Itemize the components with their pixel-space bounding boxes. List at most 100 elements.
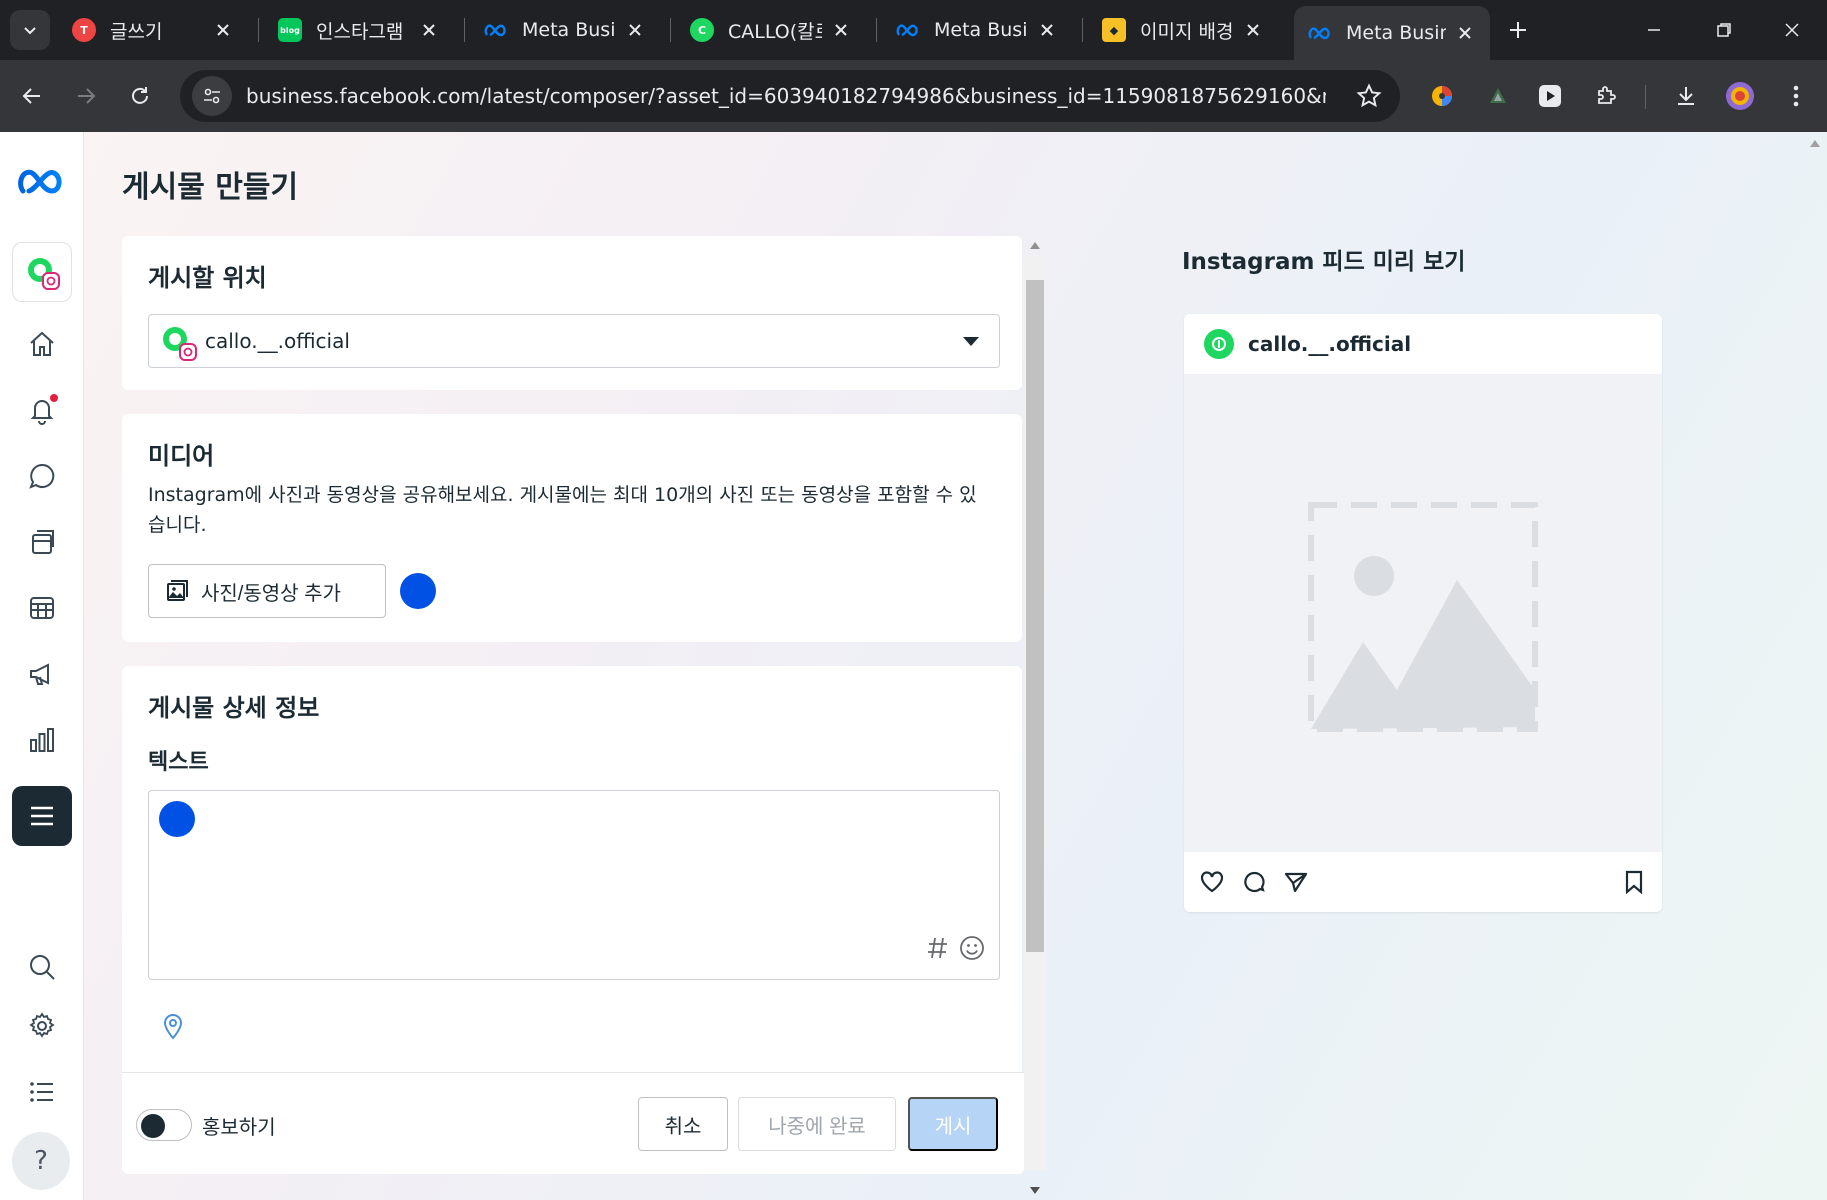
toggle-knob	[141, 1114, 165, 1138]
tutorial-hotspot[interactable]	[159, 801, 195, 837]
megaphone-icon	[30, 663, 49, 685]
account-select[interactable]: callo.__.official	[148, 314, 1000, 368]
close-tab-icon[interactable]	[1036, 19, 1058, 41]
cancel-button[interactable]: 취소	[638, 1097, 728, 1151]
callo-account-avatar	[26, 256, 60, 290]
nav-ads[interactable]	[12, 646, 72, 702]
extension-triangle-icon[interactable]	[1480, 78, 1516, 114]
preview-header: callo.__.official	[1184, 314, 1662, 374]
tutorial-hotspot[interactable]	[400, 573, 436, 609]
forward-button[interactable]	[68, 78, 104, 114]
nav-home[interactable]	[12, 316, 72, 372]
minimize-button[interactable]	[1620, 0, 1688, 60]
nav-content[interactable]	[12, 514, 72, 570]
media-description: Instagram에 사진과 동영상을 공유해보세요. 게시물에는 최대 10개…	[148, 484, 977, 536]
extensions-puzzle-icon[interactable]	[1588, 78, 1624, 114]
selected-account-label: callo.__.official	[205, 329, 350, 353]
scroll-down-icon[interactable]	[1029, 1186, 1041, 1196]
url-text[interactable]: business.facebook.com/latest/composer/?a…	[246, 84, 1326, 108]
preview-account-name: callo.__.official	[1248, 332, 1412, 356]
nav-settings[interactable]	[12, 998, 72, 1054]
reload-button[interactable]	[122, 78, 158, 114]
comment-icon	[1240, 868, 1268, 896]
dropdown-caret-icon	[963, 337, 979, 346]
browser-tab[interactable]: T 글쓰기	[58, 8, 248, 52]
tab-separator	[464, 18, 465, 42]
nav-search[interactable]	[12, 939, 72, 995]
notification-badge	[50, 394, 58, 402]
form-scrollbar[interactable]	[1024, 236, 1046, 1200]
scroll-up-icon[interactable]	[1029, 240, 1041, 250]
close-tab-icon[interactable]	[830, 19, 852, 41]
scrollbar-thumb[interactable]	[1026, 280, 1044, 952]
browser-tab-active[interactable]: Meta Busine	[1294, 6, 1490, 60]
close-tab-icon[interactable]	[1242, 19, 1264, 41]
nav-insights[interactable]	[12, 712, 72, 768]
preview-media-placeholder	[1184, 374, 1662, 852]
promote-toggle[interactable]	[136, 1109, 192, 1141]
meta-icon	[1308, 21, 1332, 45]
finish-later-button[interactable]: 나중에 완료	[738, 1097, 896, 1151]
close-tab-icon[interactable]	[624, 19, 646, 41]
browser-tab[interactable]: Meta Busine	[470, 8, 660, 52]
tab-separator	[258, 18, 259, 42]
bookmark-icon	[1620, 868, 1648, 896]
browser-tab-strip: T 글쓰기 blog 인스타그램 Meta Busine C CALLO(칼로)…	[0, 0, 1827, 60]
page-title: 게시물 만들기	[122, 170, 299, 205]
location-heading: 게시할 위치	[148, 264, 267, 292]
bookmark-star-icon[interactable]	[1356, 83, 1382, 113]
nav-inbox[interactable]	[12, 448, 72, 504]
browser-tab[interactable]: C CALLO(칼로)	[676, 8, 866, 52]
site-info-icon[interactable]	[192, 76, 232, 116]
help-button[interactable]: ?	[12, 1132, 70, 1190]
list-icon	[30, 1082, 53, 1102]
extension-palette-icon[interactable]	[1424, 78, 1460, 114]
close-tab-icon[interactable]	[212, 19, 234, 41]
caption-textarea[interactable]	[148, 790, 1000, 980]
heart-icon	[1198, 868, 1226, 896]
browser-tab[interactable]: blog 인스타그램	[264, 8, 454, 52]
browser-tab[interactable]: Meta Busine	[882, 8, 1072, 52]
tab-title: Meta Busine	[934, 19, 1028, 41]
callo-icon: C	[690, 18, 714, 42]
image-placeholder-icon	[1308, 502, 1538, 732]
publish-button[interactable]: 게시	[908, 1097, 998, 1151]
tab-search-button[interactable]	[10, 10, 50, 50]
question-mark-icon: ?	[34, 1146, 48, 1176]
back-button[interactable]	[14, 78, 50, 114]
meta-logo-icon	[18, 169, 62, 194]
account-switcher[interactable]	[12, 242, 72, 302]
instagram-feed-preview: callo.__.official	[1184, 314, 1662, 912]
close-tab-icon[interactable]	[1454, 22, 1476, 44]
new-tab-button[interactable]	[1502, 14, 1534, 46]
nav-notifications[interactable]	[12, 382, 72, 438]
browser-toolbar: business.facebook.com/latest/composer/?a…	[0, 60, 1827, 132]
preview-actions	[1184, 852, 1662, 912]
extension-play-icon[interactable]	[1532, 78, 1568, 114]
close-icon	[1785, 23, 1799, 37]
location-pin-icon[interactable]	[162, 1012, 184, 1044]
meta-logo[interactable]	[12, 154, 72, 210]
nav-planner[interactable]	[12, 580, 72, 636]
page-scroll-up-icon[interactable]	[1809, 138, 1821, 148]
browser-tab[interactable]: ◆ 이미지 배경	[1088, 8, 1278, 52]
tistory-icon: T	[72, 18, 96, 42]
address-bar[interactable]: business.facebook.com/latest/composer/?a…	[180, 70, 1400, 122]
add-photo-video-button[interactable]: 사진/동영상 추가	[148, 564, 386, 618]
restore-button[interactable]	[1690, 0, 1758, 60]
reload-icon	[132, 87, 148, 104]
browser-menu-icon[interactable]	[1778, 78, 1814, 114]
nav-list[interactable]	[12, 1064, 72, 1120]
hashtag-icon[interactable]	[927, 936, 949, 964]
meta-icon	[896, 18, 920, 42]
download-icon[interactable]	[1668, 78, 1704, 114]
emoji-icon[interactable]	[959, 935, 985, 965]
close-window-button[interactable]	[1758, 0, 1826, 60]
tab-title: 이미지 배경	[1140, 20, 1234, 43]
close-tab-icon[interactable]	[418, 19, 440, 41]
media-heading: 미디어	[148, 442, 215, 470]
meta-icon	[484, 18, 508, 42]
nav-all-tools[interactable]	[12, 786, 72, 846]
profile-avatar[interactable]	[1722, 78, 1758, 114]
composer-page: ? 게시물 만들기 게시할 위치 callo.__.official 미디어 I…	[0, 132, 1827, 1200]
